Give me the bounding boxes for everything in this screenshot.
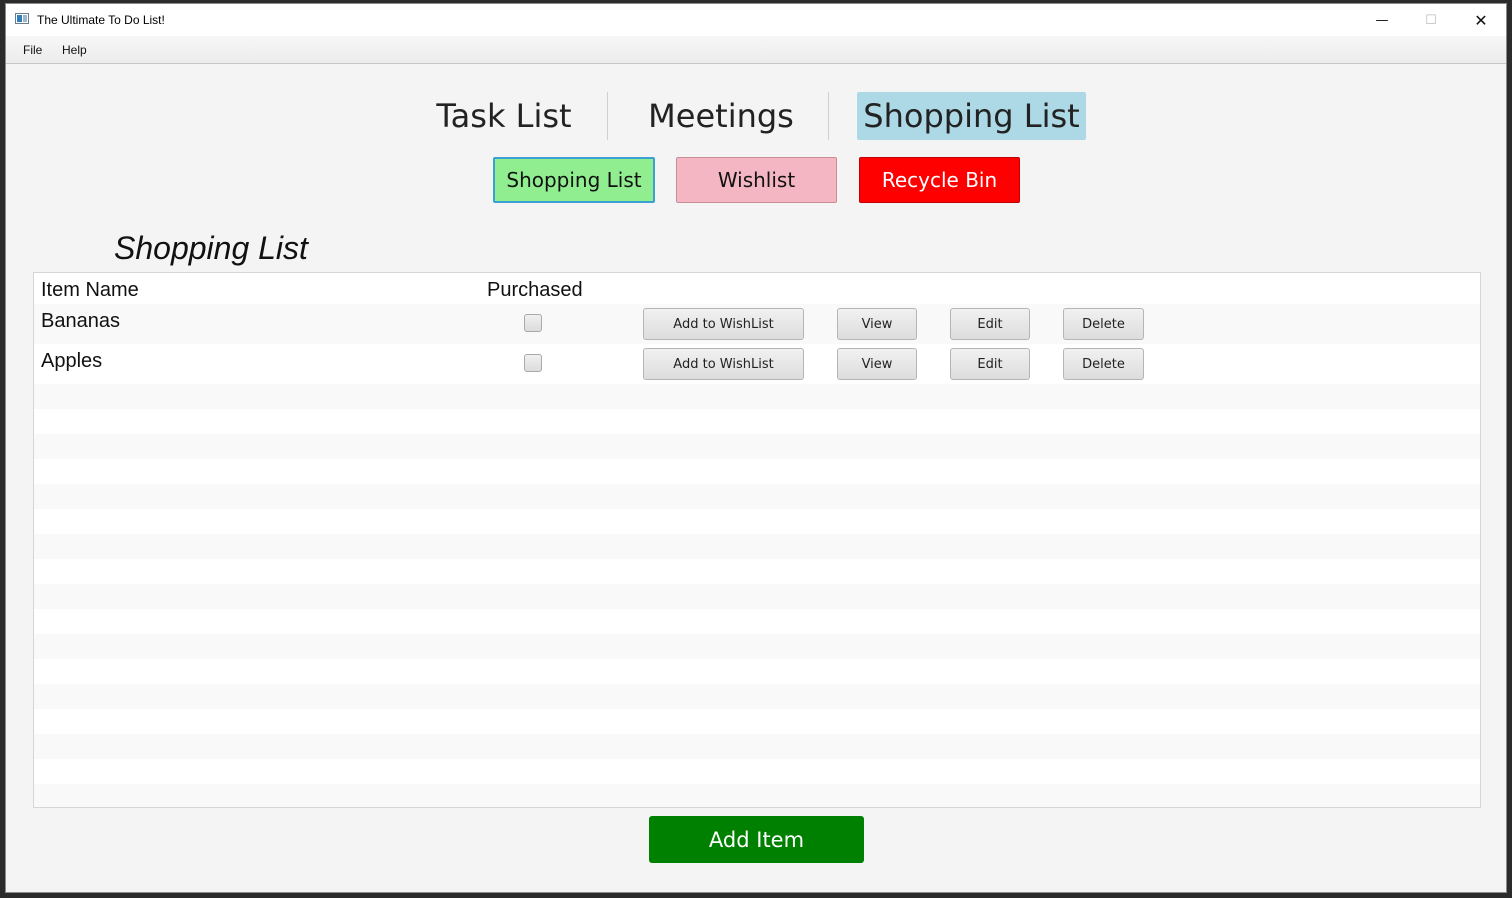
- shopping-list-button[interactable]: Shopping List: [493, 157, 655, 203]
- view-button[interactable]: View: [837, 348, 917, 380]
- empty-row: [34, 609, 1480, 634]
- empty-row: [34, 409, 1480, 434]
- app-window: The Ultimate To Do List! — ☐ ✕ File Help…: [5, 3, 1507, 893]
- title-bar: The Ultimate To Do List! — ☐ ✕: [6, 4, 1506, 36]
- empty-row: [34, 459, 1480, 484]
- item-name: Bananas: [41, 310, 120, 332]
- tab-task-list[interactable]: Task List: [436, 92, 572, 140]
- minimize-icon[interactable]: —: [1359, 4, 1405, 36]
- empty-row: [34, 584, 1480, 609]
- maximize-icon[interactable]: ☐: [1408, 4, 1454, 36]
- close-icon[interactable]: ✕: [1458, 4, 1504, 36]
- shopping-table: Item Name Purchased Bananas Add to WishL…: [33, 272, 1481, 808]
- delete-button[interactable]: Delete: [1063, 348, 1144, 380]
- purchased-checkbox[interactable]: [524, 314, 542, 332]
- menu-help[interactable]: Help: [62, 43, 87, 57]
- tab-meetings[interactable]: Meetings: [646, 92, 796, 140]
- empty-row: [34, 784, 1480, 807]
- empty-row: [34, 634, 1480, 659]
- tab-shopping-list[interactable]: Shopping List: [857, 92, 1086, 140]
- empty-row: [34, 434, 1480, 459]
- app-icon: [15, 13, 29, 24]
- edit-button[interactable]: Edit: [950, 308, 1030, 340]
- tab-divider: [607, 92, 608, 140]
- empty-row: [34, 734, 1480, 759]
- empty-row: [34, 759, 1480, 784]
- table-row: Apples Add to WishList View Edit Delete: [34, 344, 1480, 384]
- empty-row: [34, 709, 1480, 734]
- empty-row: [34, 534, 1480, 559]
- window-title: The Ultimate To Do List!: [37, 13, 165, 27]
- empty-row: [34, 559, 1480, 584]
- empty-row: [34, 659, 1480, 684]
- tab-divider: [828, 92, 829, 140]
- empty-row: [34, 684, 1480, 709]
- empty-row: [34, 384, 1480, 409]
- column-header-item-name: Item Name: [41, 279, 139, 301]
- add-item-button[interactable]: Add Item: [649, 816, 864, 863]
- recycle-bin-button[interactable]: Recycle Bin: [859, 157, 1020, 203]
- empty-row: [34, 509, 1480, 534]
- item-name: Apples: [41, 350, 103, 372]
- purchased-checkbox[interactable]: [524, 354, 542, 372]
- menu-bar: File Help: [6, 36, 1506, 64]
- delete-button[interactable]: Delete: [1063, 308, 1144, 340]
- add-to-wishlist-button[interactable]: Add to WishList: [643, 348, 804, 380]
- section-title: Shopping List: [114, 230, 308, 266]
- view-button[interactable]: View: [837, 308, 917, 340]
- add-to-wishlist-button[interactable]: Add to WishList: [643, 308, 804, 340]
- edit-button[interactable]: Edit: [950, 348, 1030, 380]
- empty-row: [34, 484, 1480, 509]
- table-row: Bananas Add to WishList View Edit Delete: [34, 304, 1480, 344]
- column-header-purchased: Purchased: [487, 279, 583, 301]
- wishlist-button[interactable]: Wishlist: [676, 157, 837, 203]
- menu-file[interactable]: File: [23, 43, 42, 57]
